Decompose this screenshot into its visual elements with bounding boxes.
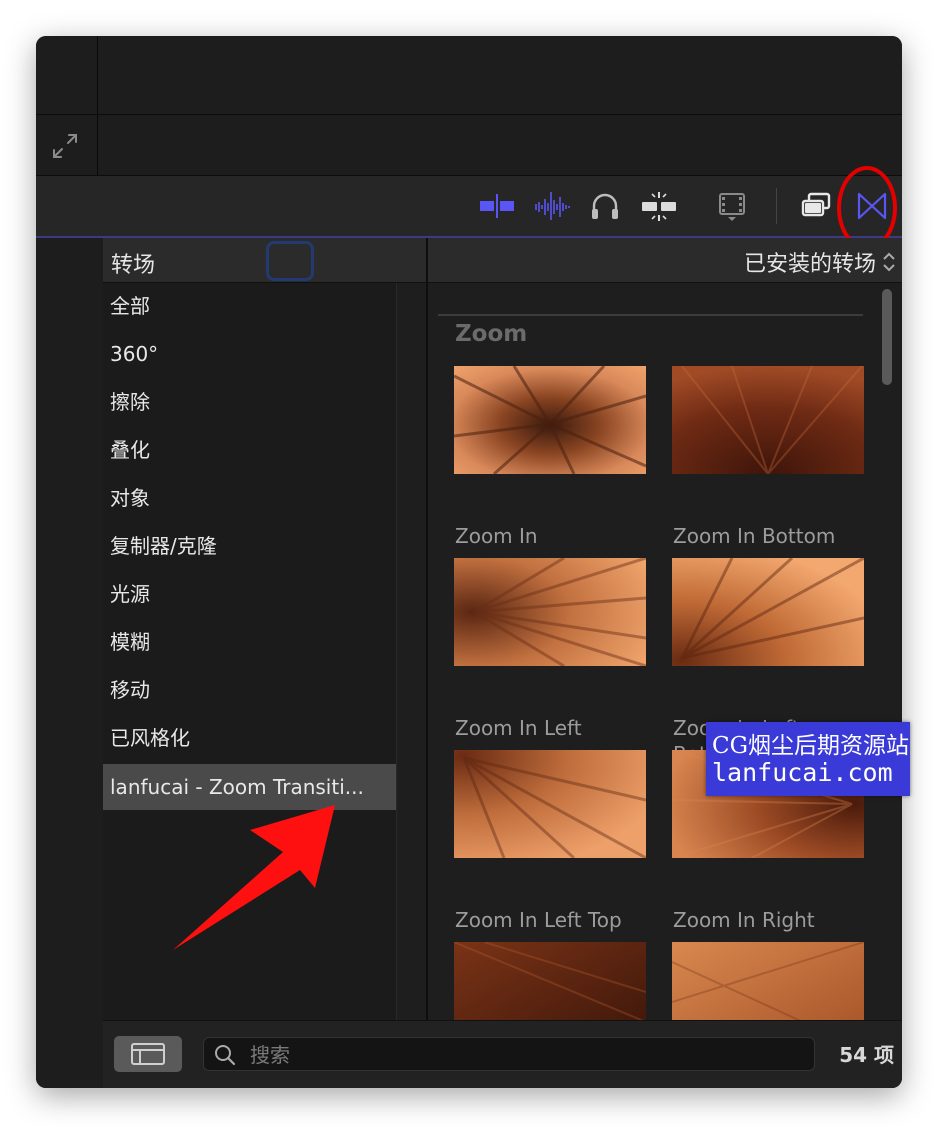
category-item-dissolves[interactable]: 叠化 (103, 427, 396, 473)
category-item-stylized[interactable]: 已风格化 (103, 715, 396, 761)
expand-icon[interactable] (50, 131, 80, 161)
category-item-360[interactable]: 360° (103, 331, 396, 377)
item-label: Zoom In Left Top (455, 908, 622, 932)
item-label: Zoom In Right (673, 908, 815, 932)
item-label: Zoom In (455, 524, 538, 548)
viewer-row (36, 36, 902, 115)
search-field[interactable] (203, 1037, 815, 1072)
skimming-icon[interactable] (641, 188, 677, 224)
watermark-line-1: CG烟尘后期资源站 (712, 733, 909, 759)
thumbnail-zoom-in[interactable] (454, 366, 646, 474)
category-item-objects[interactable]: 对象 (103, 475, 396, 521)
search-input[interactable] (248, 1038, 792, 1072)
category-title: 转场 (111, 253, 156, 278)
section-divider (438, 314, 863, 316)
category-item-all[interactable]: 全部 (103, 283, 396, 329)
timeline-toolbar (36, 166, 902, 250)
layout-icon (131, 1043, 165, 1065)
watermark-line-2: lanfucai.com (712, 758, 893, 787)
annotation-arrow (173, 805, 335, 950)
category-scroll-track[interactable] (396, 283, 427, 1020)
thumbnail-zoom-item[interactable] (454, 942, 646, 1020)
category-item-wipes[interactable]: 擦除 (103, 379, 396, 425)
clip-appearance-icon[interactable] (799, 188, 835, 224)
thumbnail-zoom-in-left[interactable] (454, 558, 646, 666)
layout-toggle-button[interactable] (114, 1036, 182, 1072)
item-label: Zoom In Left (455, 716, 582, 740)
category-item-lights[interactable]: 光源 (103, 571, 396, 617)
headphones-icon[interactable] (587, 188, 623, 224)
category-item-movements[interactable]: 移动 (103, 667, 396, 713)
viewer-controls-row (36, 115, 902, 176)
browser-scrollbar[interactable] (882, 289, 892, 385)
thumbnail-zoom-in-left-bottom[interactable] (672, 558, 864, 666)
search-icon (215, 1045, 236, 1066)
browser-footer: 54 项 (103, 1020, 902, 1088)
focus-indicator (266, 241, 314, 281)
installed-transitions-menu[interactable]: 已安装的转场 (744, 246, 876, 278)
audio-waveform-icon[interactable] (534, 188, 570, 224)
filmstrip-icon[interactable] (714, 188, 750, 224)
section-title: Zoom (455, 321, 528, 347)
chevron-updown-icon[interactable] (880, 250, 898, 274)
item-label: Zoom In Bottom (673, 524, 836, 548)
category-header: 转场 (103, 238, 426, 283)
library-header: 已安装的转场 (428, 238, 902, 283)
category-item-replicator[interactable]: 复制器/克隆 (103, 523, 396, 569)
divider (97, 115, 98, 175)
watermark: CG烟尘后期资源站 lanfucai.com (706, 722, 910, 796)
thumbnail-zoom-in-bottom[interactable] (672, 366, 864, 474)
sidebar-strip (36, 238, 104, 1088)
category-item-blurs[interactable]: 模糊 (103, 619, 396, 665)
thumbnail-zoom-item[interactable] (672, 942, 864, 1020)
divider (97, 36, 98, 114)
item-count: 54 项 (839, 1043, 894, 1067)
toolbar-separator (776, 188, 777, 224)
thumbnail-zoom-in-left-top[interactable] (454, 750, 646, 858)
clip-trim-icon[interactable] (479, 188, 515, 224)
transitions-browser: Zoom Zoom In Zoom In Bottom Zoom In Left… (428, 283, 902, 1020)
